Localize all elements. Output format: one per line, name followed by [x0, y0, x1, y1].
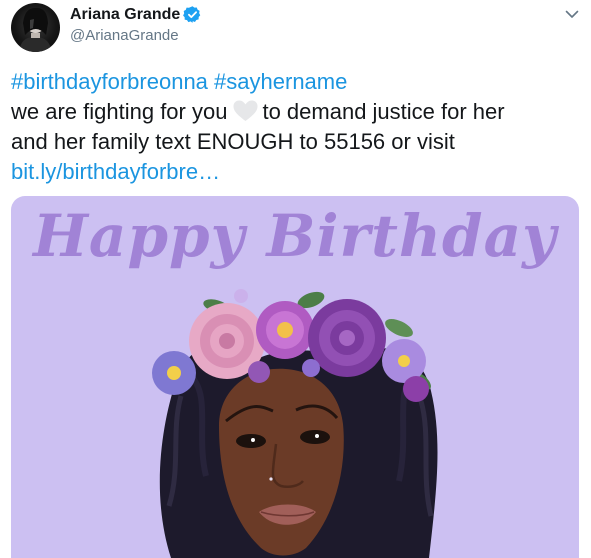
- tweet-menu-button[interactable]: [562, 4, 582, 24]
- tweet-text-line-2: we are fighting for you to demand justice…: [11, 97, 581, 127]
- author-name-row: Ariana Grande: [70, 5, 202, 24]
- tweet-text-line-3: and her family text ENOUGH to 55156 or v…: [11, 129, 455, 154]
- avatar-photo-icon: [19, 7, 52, 52]
- small-blue-flower: [152, 351, 196, 395]
- tweet-text-fragment: to demand justice for her: [262, 99, 505, 124]
- lavender-flower: [382, 339, 426, 383]
- tweet: Ariana Grande @ArianaGrande #birthdayfor…: [0, 0, 591, 558]
- purple-rose: [308, 299, 386, 377]
- verified-badge-icon: [183, 5, 202, 24]
- tweet-text-fragment: we are fighting for you: [11, 99, 228, 124]
- hashtag-birthdayforbreonna[interactable]: #birthdayforbreonna: [11, 69, 208, 94]
- tweet-text-line-4: bit.ly/birthdayforbre…: [11, 157, 581, 187]
- tweet-text-line-1: #birthdayforbreonna #sayhername: [11, 67, 581, 97]
- hashtag-sayhername[interactable]: #sayhername: [214, 69, 347, 94]
- author-handle[interactable]: @ArianaGrande: [70, 27, 179, 44]
- tweet-link[interactable]: bit.ly/birthdayforbre…: [11, 159, 220, 184]
- purple-bud: [403, 376, 429, 402]
- media-title-text: Happy Birthday: [33, 202, 557, 270]
- author-display-name[interactable]: Ariana Grande: [70, 6, 180, 24]
- chevron-down-icon: [565, 10, 579, 18]
- tweet-media-image[interactable]: Happy Birthday: [11, 196, 579, 558]
- white-heart-icon: [233, 100, 258, 121]
- author-avatar[interactable]: [11, 3, 60, 52]
- tweet-text: #birthdayforbreonna #sayhername we are f…: [11, 67, 581, 187]
- magenta-daisy: [256, 301, 314, 359]
